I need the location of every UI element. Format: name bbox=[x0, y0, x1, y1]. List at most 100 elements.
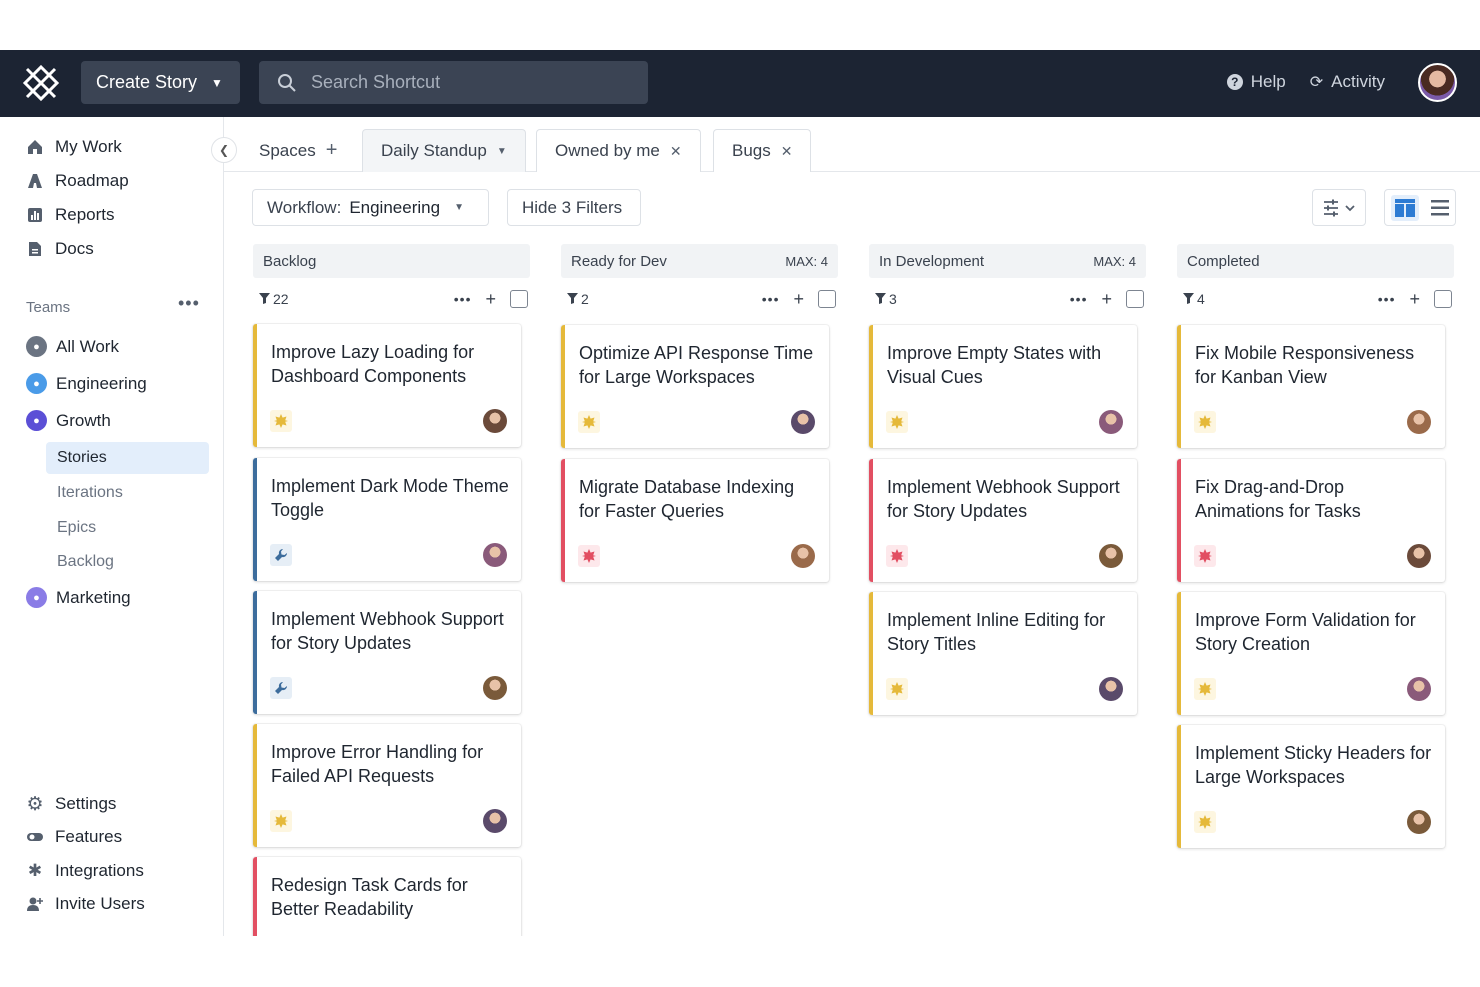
tab-label: Owned by me bbox=[555, 141, 660, 160]
add-story-icon[interactable]: + bbox=[793, 290, 804, 308]
teams-more-icon[interactable]: ••• bbox=[178, 293, 200, 314]
story-title: Improve Form Validation for Story Creati… bbox=[1195, 610, 1416, 654]
growth-stories[interactable]: Stories bbox=[46, 442, 209, 474]
view-toggle bbox=[1384, 189, 1456, 226]
tab-bugs[interactable]: Bugs ✕ bbox=[713, 129, 812, 172]
owner-avatar[interactable] bbox=[791, 544, 815, 568]
feature-icon bbox=[886, 411, 908, 433]
add-story-icon[interactable]: + bbox=[1101, 290, 1112, 308]
logo-icon[interactable] bbox=[22, 64, 60, 102]
owner-avatar[interactable] bbox=[791, 410, 815, 434]
select-all-checkbox[interactable] bbox=[1434, 290, 1452, 308]
growth-backlog[interactable]: Backlog bbox=[46, 546, 209, 578]
select-all-checkbox[interactable] bbox=[818, 290, 836, 308]
collapse-sidebar-button[interactable]: ❮ bbox=[211, 137, 237, 163]
nav-integrations[interactable]: ✱ Integrations bbox=[26, 861, 144, 881]
owner-avatar[interactable] bbox=[1099, 544, 1123, 568]
workflow-select[interactable]: Workflow: Engineering ▼ bbox=[252, 189, 489, 226]
filter-icon bbox=[567, 291, 578, 307]
help-link[interactable]: ? Help bbox=[1226, 72, 1286, 92]
tab-owned-by-me[interactable]: Owned by me ✕ bbox=[536, 129, 701, 172]
owner-avatar[interactable] bbox=[1407, 677, 1431, 701]
more-icon[interactable]: ••• bbox=[1070, 291, 1088, 307]
nav-features[interactable]: Features bbox=[26, 827, 122, 847]
user-avatar[interactable] bbox=[1418, 63, 1457, 102]
owner-avatar[interactable] bbox=[1407, 410, 1431, 434]
nav-my-work[interactable]: My Work bbox=[26, 137, 122, 157]
puzzle-icon: ✱ bbox=[27, 861, 43, 880]
select-all-checkbox[interactable] bbox=[510, 290, 528, 308]
sliders-icon bbox=[1324, 199, 1355, 216]
story-type-bar bbox=[253, 591, 257, 714]
activity-label: Activity bbox=[1331, 72, 1385, 91]
more-icon[interactable]: ••• bbox=[1378, 291, 1396, 307]
close-icon[interactable]: ✕ bbox=[781, 143, 793, 160]
story-card[interactable]: Implement Dark Mode Theme Toggle bbox=[253, 458, 521, 581]
story-card[interactable]: Improve Error Handling for Failed API Re… bbox=[253, 724, 521, 847]
nav-settings[interactable]: ⚙ Settings bbox=[26, 794, 116, 815]
hide-filters-button[interactable]: Hide 3 Filters bbox=[507, 189, 641, 226]
nav-roadmap[interactable]: Roadmap bbox=[26, 171, 129, 191]
story-card[interactable]: Optimize API Response Time for Large Wor… bbox=[561, 325, 829, 448]
board-view-icon[interactable] bbox=[1391, 194, 1419, 221]
story-card[interactable]: Implement Inline Editing for Story Title… bbox=[869, 592, 1137, 715]
story-card[interactable]: Fix Drag-and-Drop Animations for Tasks bbox=[1177, 459, 1445, 582]
chore-icon bbox=[270, 677, 292, 699]
more-icon[interactable]: ••• bbox=[454, 291, 472, 307]
story-card[interactable]: Implement Webhook Support for Story Upda… bbox=[869, 459, 1137, 582]
owner-avatar[interactable] bbox=[483, 809, 507, 833]
owner-avatar[interactable] bbox=[1099, 677, 1123, 701]
team-growth[interactable]: ● Growth bbox=[26, 410, 111, 431]
more-icon[interactable]: ••• bbox=[762, 291, 780, 307]
select-all-checkbox[interactable] bbox=[1126, 290, 1144, 308]
growth-epics[interactable]: Epics bbox=[46, 512, 209, 544]
nav-label: Docs bbox=[55, 239, 94, 258]
plus-icon[interactable]: + bbox=[326, 139, 338, 162]
help-label: Help bbox=[1250, 72, 1286, 91]
owner-avatar[interactable] bbox=[483, 676, 507, 700]
add-story-icon[interactable]: + bbox=[485, 290, 496, 308]
owner-avatar[interactable] bbox=[1407, 810, 1431, 834]
team-engineering[interactable]: ● Engineering bbox=[26, 373, 147, 394]
owner-avatar[interactable] bbox=[1099, 410, 1123, 434]
search-box[interactable] bbox=[259, 61, 648, 104]
bug-icon bbox=[1194, 545, 1216, 567]
nav-reports[interactable]: Reports bbox=[26, 205, 115, 225]
top-bar: Create Story ▼ ? Help ⟳ Activity bbox=[0, 50, 1480, 117]
team-label: Marketing bbox=[56, 587, 131, 607]
column-header: In Development MAX: 4 bbox=[869, 244, 1146, 278]
owner-avatar[interactable] bbox=[1407, 544, 1431, 568]
bug-icon bbox=[886, 545, 908, 567]
story-card[interactable]: Implement Sticky Headers for Large Works… bbox=[1177, 725, 1445, 848]
story-card[interactable]: Improve Form Validation for Story Creati… bbox=[1177, 592, 1445, 715]
story-card[interactable]: Improve Lazy Loading for Dashboard Compo… bbox=[253, 324, 521, 447]
feature-icon bbox=[1194, 678, 1216, 700]
activity-link[interactable]: ⟳ Activity bbox=[1310, 72, 1385, 92]
tab-daily-standup[interactable]: Daily Standup ▼ bbox=[362, 129, 526, 172]
tab-spaces[interactable]: Spaces + bbox=[259, 129, 337, 172]
growth-iterations[interactable]: Iterations bbox=[46, 477, 209, 509]
feature-icon bbox=[886, 678, 908, 700]
display-options-button[interactable] bbox=[1312, 189, 1366, 226]
feature-icon bbox=[270, 410, 292, 432]
team-all-work[interactable]: ● All Work bbox=[26, 336, 119, 357]
nav-docs[interactable]: Docs bbox=[26, 239, 94, 259]
owner-avatar[interactable] bbox=[483, 543, 507, 567]
story-card[interactable]: Improve Empty States with Visual Cues bbox=[869, 325, 1137, 448]
feature-icon bbox=[578, 411, 600, 433]
story-card[interactable]: Redesign Task Cards for Better Readabili… bbox=[253, 857, 521, 936]
owner-avatar[interactable] bbox=[483, 409, 507, 433]
search-input[interactable] bbox=[311, 72, 611, 93]
story-card[interactable]: Implement Webhook Support for Story Upda… bbox=[253, 591, 521, 714]
team-marketing[interactable]: ● Marketing bbox=[26, 587, 131, 608]
list-view-icon[interactable] bbox=[1431, 199, 1449, 216]
close-icon[interactable]: ✕ bbox=[670, 143, 682, 160]
filter-icon bbox=[259, 291, 270, 307]
nav-invite-users[interactable]: Invite Users bbox=[26, 894, 145, 914]
add-story-icon[interactable]: + bbox=[1409, 290, 1420, 308]
story-card[interactable]: Migrate Database Indexing for Faster Que… bbox=[561, 459, 829, 582]
story-title: Implement Dark Mode Theme Toggle bbox=[271, 476, 509, 520]
story-card[interactable]: Fix Mobile Responsiveness for Kanban Vie… bbox=[1177, 325, 1445, 448]
create-story-button[interactable]: Create Story ▼ bbox=[81, 61, 240, 104]
column-header: Ready for Dev MAX: 4 bbox=[561, 244, 838, 278]
